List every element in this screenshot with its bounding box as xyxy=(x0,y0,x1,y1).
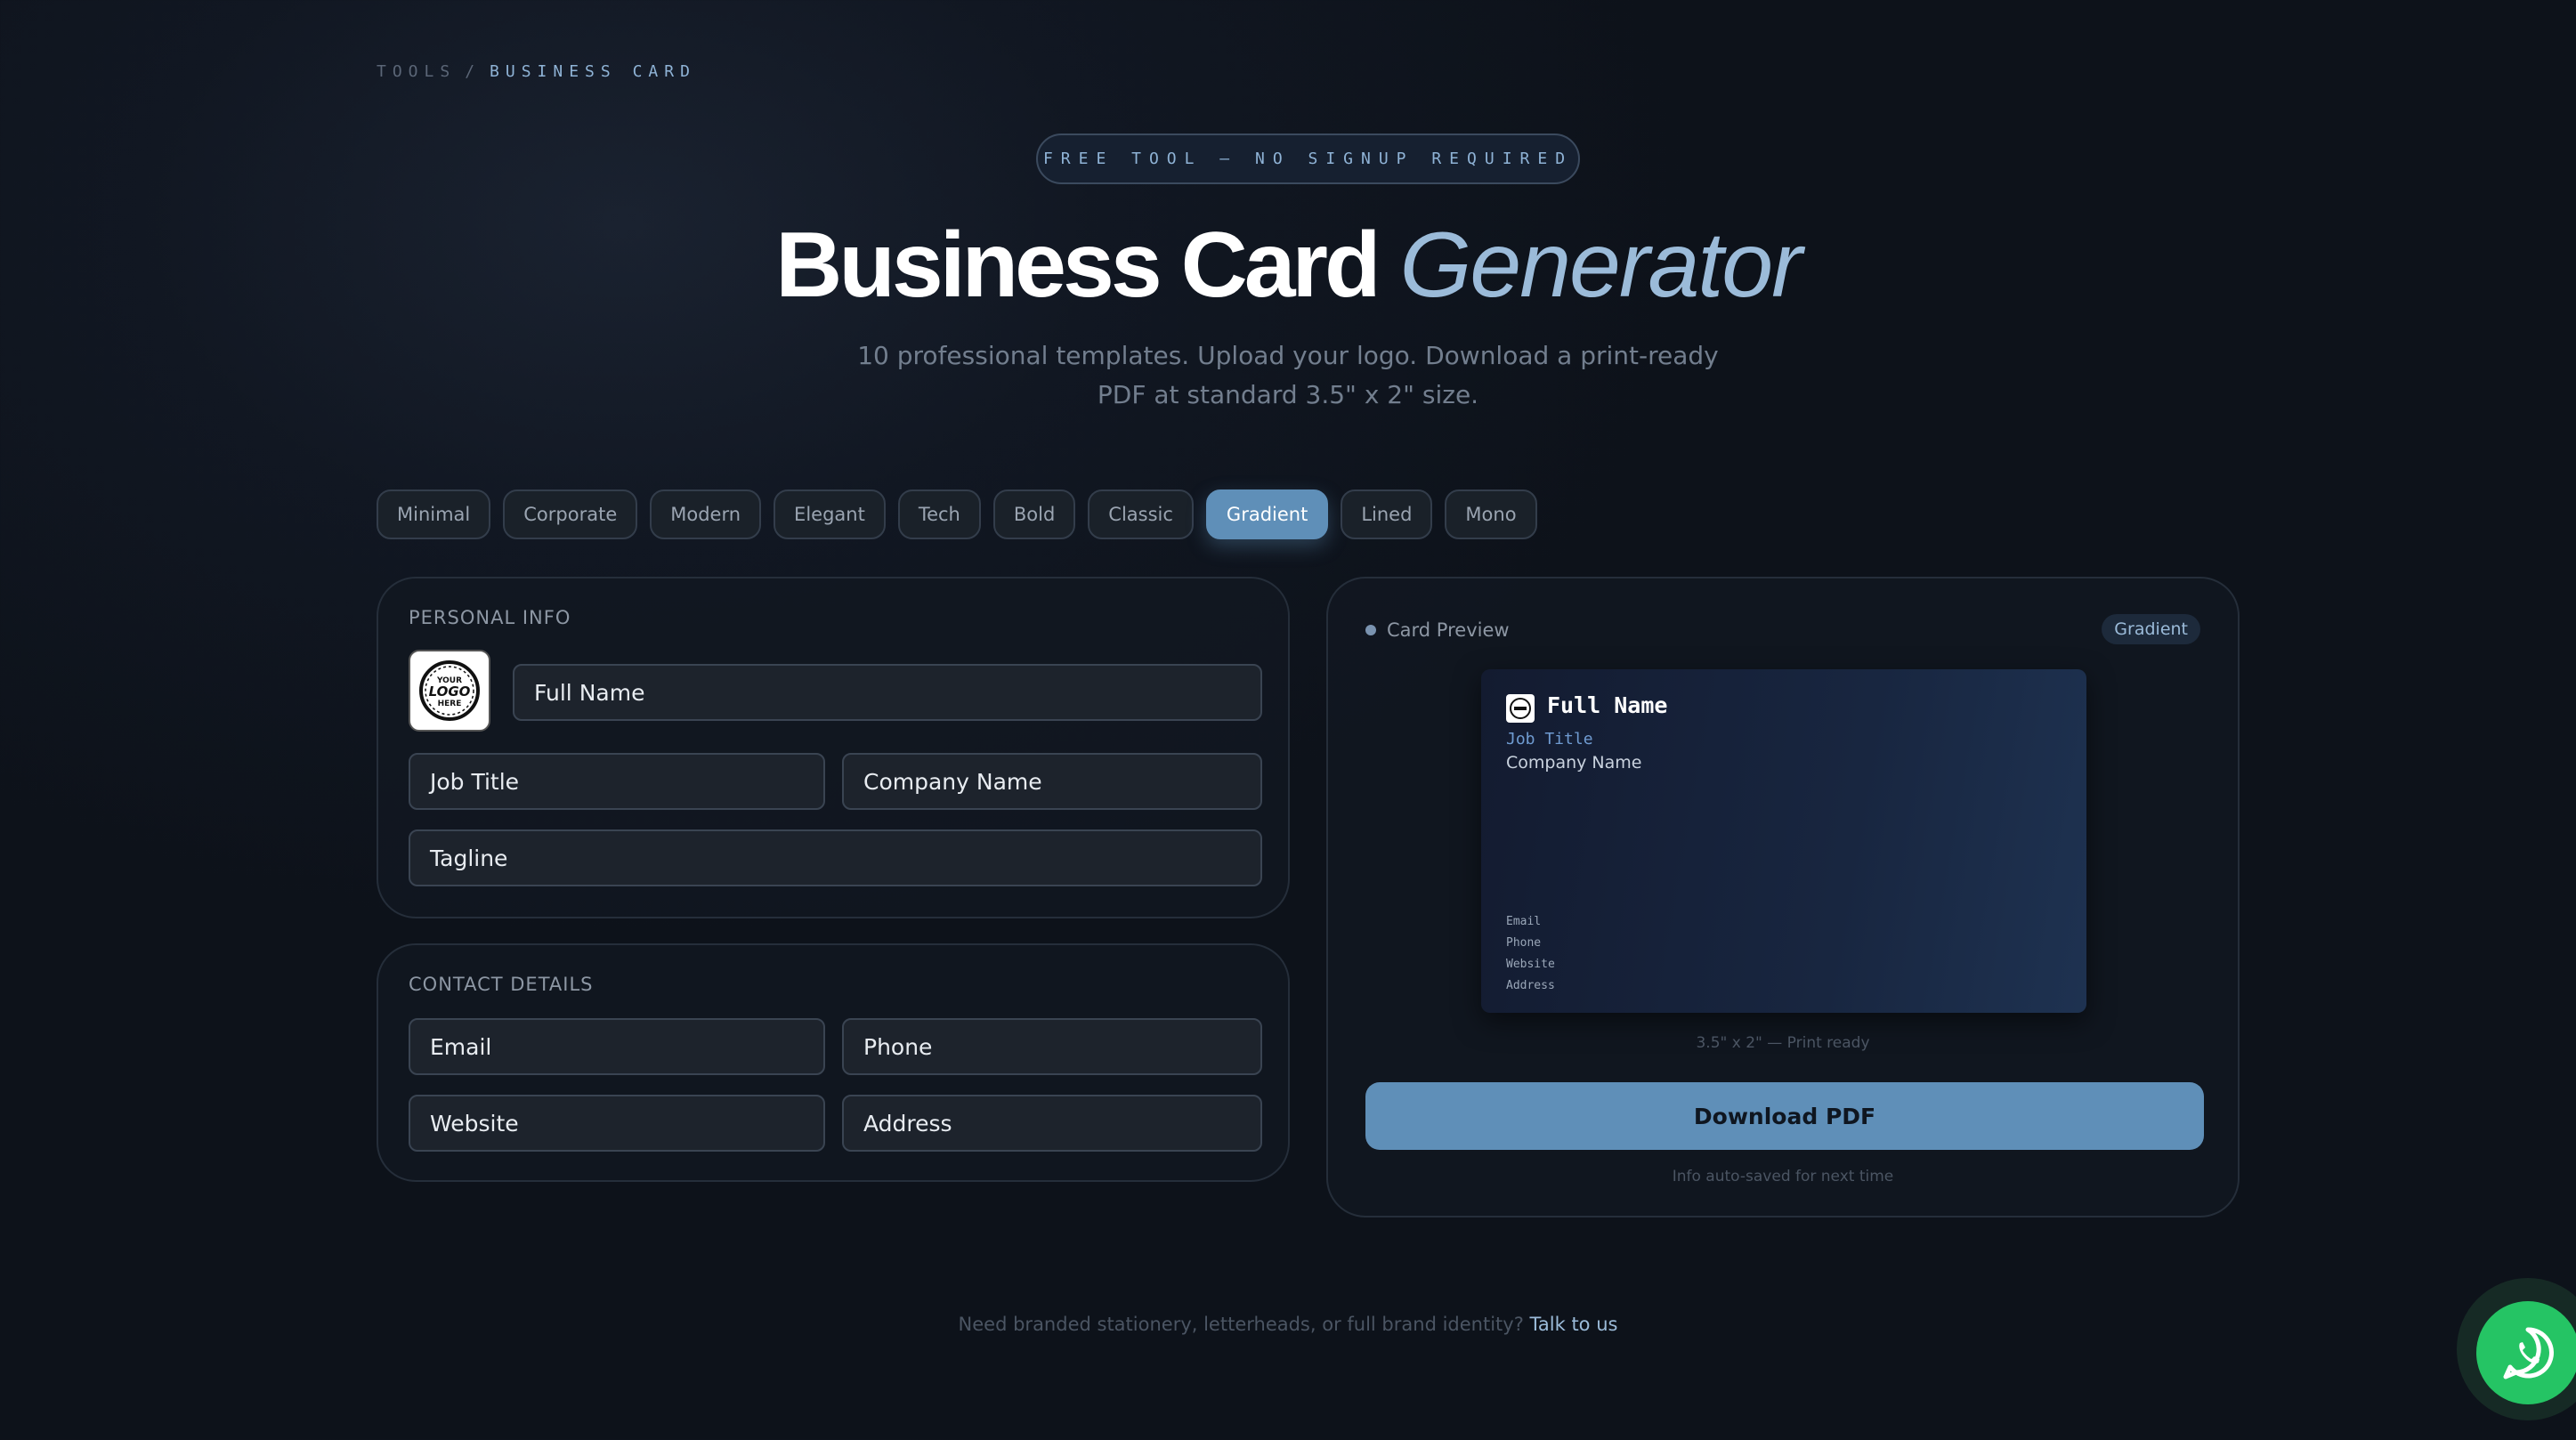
business-card-preview: Full Name Job Title Company Name Email P… xyxy=(1481,669,2086,1013)
template-corporate[interactable]: Corporate xyxy=(503,489,638,539)
svg-text:HERE: HERE xyxy=(438,700,462,708)
preview-label: Card Preview xyxy=(1387,619,1510,641)
template-minimal[interactable]: Minimal xyxy=(377,489,491,539)
template-classic[interactable]: Classic xyxy=(1088,489,1194,539)
card-company-name: Company Name xyxy=(1506,753,1642,773)
template-modern[interactable]: Modern xyxy=(650,489,762,539)
mini-logo-icon xyxy=(1510,698,1531,719)
template-elegant[interactable]: Elegant xyxy=(774,489,886,539)
subtitle-line-1: 10 professional templates. Upload your l… xyxy=(857,341,1719,370)
logo-upload[interactable]: YOUR LOGO HERE xyxy=(409,650,490,732)
breadcrumb-current: BUSINESS CARD xyxy=(490,62,696,81)
website-field[interactable]: Website xyxy=(409,1095,825,1152)
breadcrumb-separator: / xyxy=(465,62,482,81)
template-bold[interactable]: Bold xyxy=(992,489,1076,539)
card-job-title: Job Title xyxy=(1506,730,1593,748)
page-subtitle: 10 professional templates. Upload your l… xyxy=(0,336,2576,415)
preview-header: Card Preview xyxy=(1365,619,1510,641)
auto-save-note: Info auto-saved for next time xyxy=(1672,1168,1894,1185)
tagline-field[interactable]: Tagline xyxy=(409,829,1262,886)
footer-text: Need branded stationery, letterheads, or… xyxy=(958,1314,1524,1335)
page-title-bold: Business Card xyxy=(775,214,1381,317)
personal-info-title: PERSONAL INFO xyxy=(409,607,571,628)
email-field[interactable]: Email xyxy=(409,1018,825,1075)
whatsapp-icon xyxy=(2503,1327,2554,1379)
subtitle-line-2: PDF at standard 3.5" x 2" size. xyxy=(1097,380,1479,409)
company-name-field[interactable]: Company Name xyxy=(842,753,1262,810)
status-dot-icon xyxy=(1365,625,1376,635)
breadcrumb: TOOLS / BUSINESS CARD xyxy=(377,62,696,81)
card-website: Website xyxy=(1506,958,1555,971)
card-full-name: Full Name xyxy=(1547,692,1668,718)
template-tech[interactable]: Tech xyxy=(897,489,981,539)
card-email: Email xyxy=(1506,915,1542,928)
page-title: Business Card Generator xyxy=(0,212,2576,319)
page-title-italic: Generator xyxy=(1399,214,1802,317)
whatsapp-button[interactable] xyxy=(2476,1301,2576,1404)
contact-details-title: CONTACT DETAILS xyxy=(409,974,594,995)
template-selector: Minimal Corporate Modern Elegant Tech Bo… xyxy=(377,489,1537,539)
address-field[interactable]: Address xyxy=(842,1095,1262,1152)
talk-to-us-link[interactable]: Talk to us xyxy=(1530,1314,1618,1335)
contact-details-panel: CONTACT DETAILS Email Phone Website Addr… xyxy=(377,943,1290,1182)
personal-info-panel: PERSONAL INFO YOUR LOGO HERE Full Name J… xyxy=(377,577,1290,918)
download-pdf-button[interactable]: Download PDF xyxy=(1365,1082,2204,1150)
footer-cta: Need branded stationery, letterheads, or… xyxy=(0,1314,2576,1335)
card-phone: Phone xyxy=(1506,936,1542,950)
free-tool-badge: FREE TOOL — NO SIGNUP REQUIRED xyxy=(1036,133,1580,184)
svg-text:LOGO: LOGO xyxy=(429,684,471,700)
template-lined[interactable]: Lined xyxy=(1341,489,1433,539)
card-contacts: Email Phone Website Address xyxy=(1506,911,1555,997)
phone-field[interactable]: Phone xyxy=(842,1018,1262,1075)
full-name-field[interactable]: Full Name xyxy=(513,664,1262,721)
print-ready-note: 3.5" x 2" — Print ready xyxy=(1696,1034,1870,1052)
breadcrumb-tools[interactable]: TOOLS xyxy=(377,62,456,81)
card-address: Address xyxy=(1506,979,1555,992)
logo-placeholder-icon: YOUR LOGO HERE xyxy=(419,660,480,721)
template-gradient[interactable]: Gradient xyxy=(1205,489,1329,539)
template-mono[interactable]: Mono xyxy=(1445,489,1537,539)
template-badge: Gradient xyxy=(2102,614,2200,644)
job-title-field[interactable]: Job Title xyxy=(409,753,825,810)
card-preview-panel: Card Preview Gradient Full Name Job Titl… xyxy=(1326,577,2240,1218)
card-logo-icon xyxy=(1506,694,1535,723)
